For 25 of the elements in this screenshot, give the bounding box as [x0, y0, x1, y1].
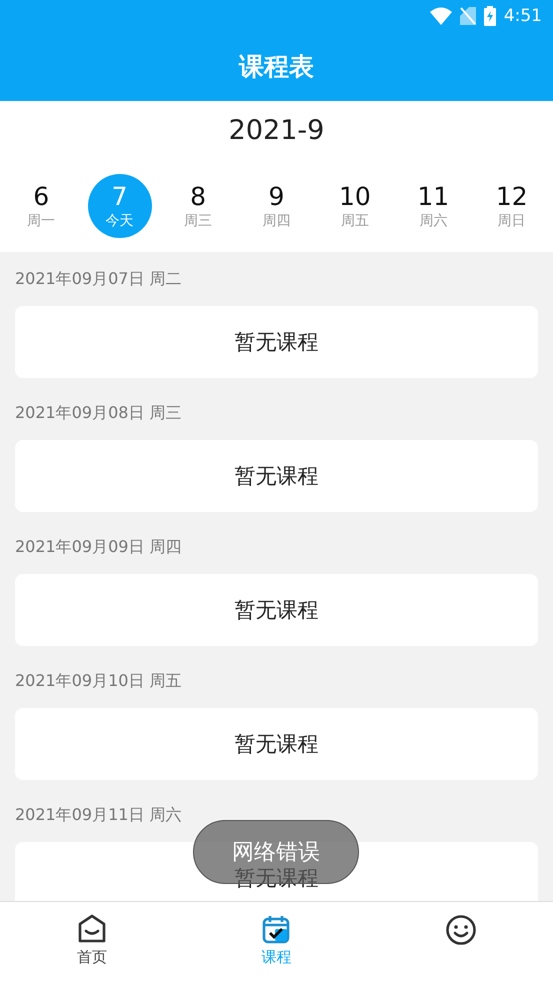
date-heading: 2021年09月09日 周四 — [15, 537, 182, 556]
date-heading: 2021年09月08日 周三 — [15, 403, 182, 422]
day-item[interactable]: 12 周日 — [480, 174, 544, 238]
course-card: 暂无课程 — [15, 708, 538, 780]
day-item[interactable]: 9 周四 — [244, 174, 308, 238]
day-item[interactable]: 6 周一 — [9, 174, 74, 238]
month-label: 2021-9 — [228, 115, 324, 146]
home-icon — [77, 914, 108, 944]
date-heading: 2021年09月07日 周二 — [15, 269, 182, 288]
status-time: 4:51 — [504, 6, 542, 26]
course-card: 暂无课程 — [15, 440, 538, 512]
date-heading: 2021年09月10日 周五 — [15, 671, 182, 690]
battery-icon — [484, 6, 496, 26]
wifi-icon — [430, 7, 452, 25]
smiley-icon — [444, 914, 477, 946]
day-item[interactable]: 10 周五 — [322, 174, 387, 238]
course-card: 暂无课程 — [15, 574, 538, 646]
page-title: 课程表 — [239, 51, 314, 83]
calendar-icon — [261, 914, 292, 944]
no-sim-icon — [460, 7, 476, 25]
nav-tab[interactable]: 首页 — [0, 902, 184, 983]
date-heading: 2021年09月11日 周六 — [15, 805, 182, 824]
day-item[interactable]: 11 周六 — [401, 174, 466, 238]
day-item[interactable]: 8 周三 — [166, 174, 230, 238]
course-card: 暂无课程 — [15, 306, 538, 378]
